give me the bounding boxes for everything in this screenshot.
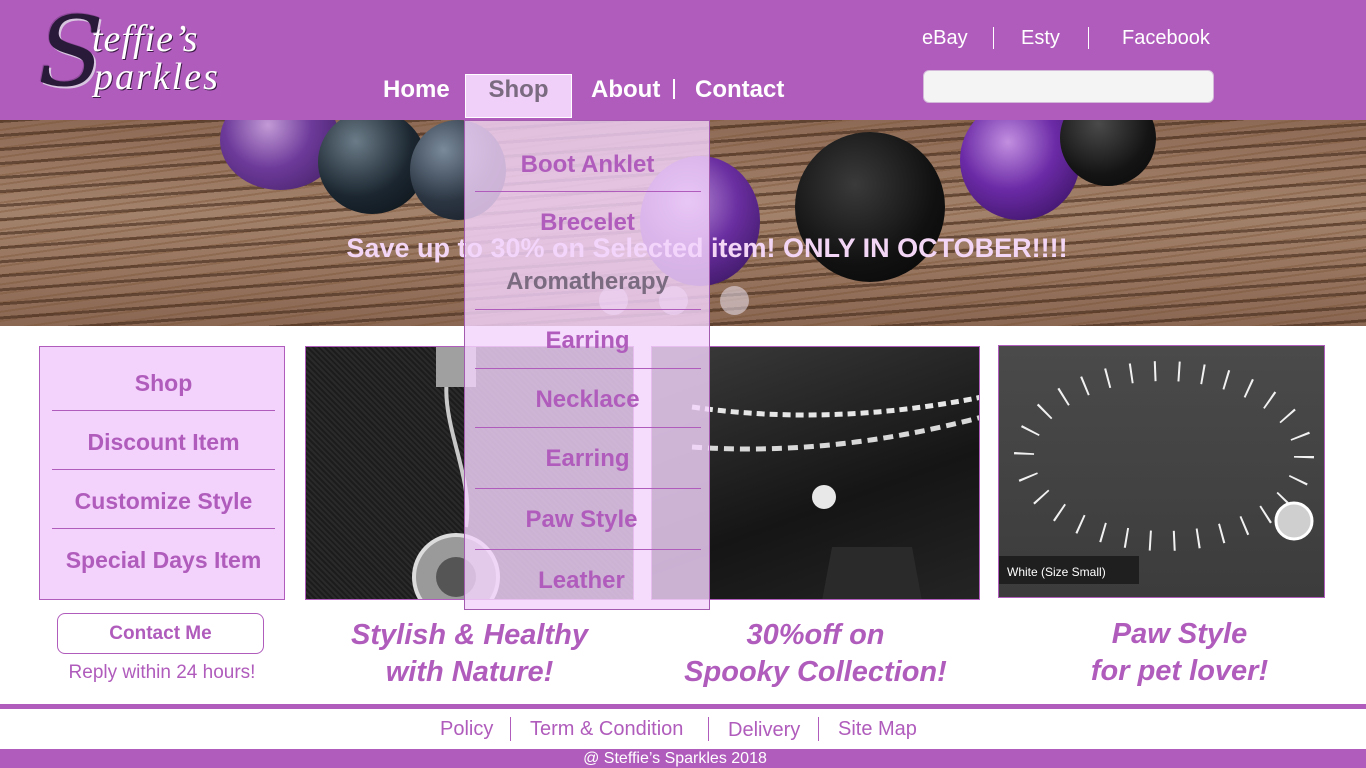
sidebar-divider [52,528,275,529]
caption-line: with Nature! [385,656,554,688]
brand-logo[interactable]: S teffie’s parkles [38,4,228,106]
caption-line: 30%off on [746,619,885,651]
dropdown-divider [475,427,701,428]
dropdown-item-necklace[interactable]: Necklace [475,380,700,420]
site-header: S teffie’s parkles eBay Esty Facebook Ho… [0,0,1366,120]
pearl-bracelet-photo: White (Size Small) [999,361,1314,584]
dropdown-divider [475,191,701,192]
facebook-link[interactable]: Facebook [1122,26,1210,50]
caption-line: Paw Style [1111,618,1248,650]
search-input[interactable] [923,70,1214,103]
dropdown-divider [475,368,701,369]
sidebar-divider [52,410,275,411]
nav-contact[interactable]: Contact [695,74,784,106]
category-sidebar: Shop Discount Item Customize Style Speci… [39,346,285,600]
nav-home[interactable]: Home [383,74,450,106]
caption-line: for pet lover! [1090,655,1269,687]
footer-bar: @ Steffie’s Sparkles 2018 [0,749,1366,768]
sidebar-item-customize[interactable]: Customize Style [52,472,275,531]
slide-dot-3[interactable] [720,286,749,315]
dropdown-divider [475,488,701,489]
dropdown-item-earring[interactable]: Earring [475,321,700,361]
nav-about[interactable]: About [591,74,660,106]
shop-dropdown-menu: Boot Anklet Brecelet Aromatherapy Earrin… [464,120,710,610]
footer-link-terms[interactable]: Term & Condition [530,717,683,741]
sidebar-divider [52,469,275,470]
esty-link[interactable]: Esty [1021,26,1060,50]
sidebar-item-shop[interactable]: Shop [52,354,275,413]
caption-line: Spooky Collection! [684,656,947,688]
logo-word-2: parkles [94,56,220,98]
dropdown-item-leather[interactable]: Leather [469,561,694,601]
nav-shop[interactable]: Shop [465,74,572,118]
dropdown-divider [475,309,701,310]
size-tag: White (Size Small) [1007,565,1106,579]
social-divider [993,27,994,49]
footer-separator [510,717,511,741]
reply-note: Reply within 24 hours! [68,662,256,683]
dropdown-item-aromatherapy[interactable]: Aromatherapy [475,262,700,302]
footer-link-policy[interactable]: Policy [440,717,493,741]
sidebar-item-discount[interactable]: Discount Item [52,413,275,472]
dropdown-item-bracelet[interactable]: Brecelet [475,203,700,243]
copyright-text: @ Steffie’s Sparkles 2018 [583,750,767,767]
product-caption-3: Paw Style for pet lover! [998,616,1361,690]
footer-divider [0,704,1366,709]
social-divider [1088,27,1089,49]
logo-word-1: teffie’s [92,18,199,60]
footer-separator [818,717,819,741]
footer-link-delivery[interactable]: Delivery [728,718,800,742]
ebay-link[interactable]: eBay [922,26,968,50]
nav-divider [673,79,675,99]
dropdown-item-boot-anklet[interactable]: Boot Anklet [475,145,700,185]
dropdown-divider [475,549,701,550]
footer-link-sitemap[interactable]: Site Map [838,717,917,741]
footer-separator [708,717,709,741]
product-image-pearl-bracelet[interactable]: White (Size Small) [998,345,1325,598]
dropdown-item-earring-2[interactable]: Earring [475,439,700,479]
product-caption-1: Stylish & Healthy with Nature! [305,617,634,691]
dropdown-item-paw-style[interactable]: Paw Style [469,500,694,540]
sidebar-item-special-days[interactable]: Special Days Item [52,531,275,590]
contact-me-button[interactable]: Contact Me [57,613,264,654]
caption-line: Stylish & Healthy [351,619,588,651]
product-caption-2: 30%off on Spooky Collection! [651,617,980,691]
